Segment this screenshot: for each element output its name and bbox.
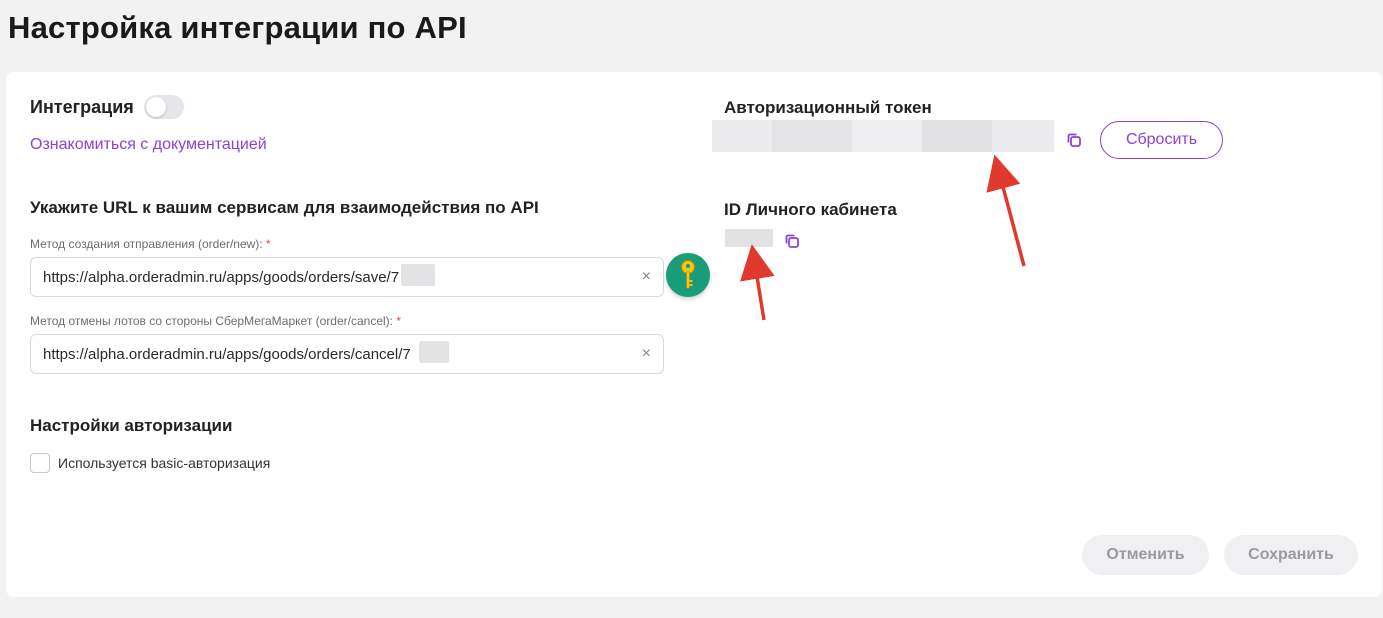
- annotation-arrows: [740, 154, 1026, 321]
- arrow-to-token: [986, 154, 1026, 267]
- arrow-to-cabinet-id: [740, 244, 775, 321]
